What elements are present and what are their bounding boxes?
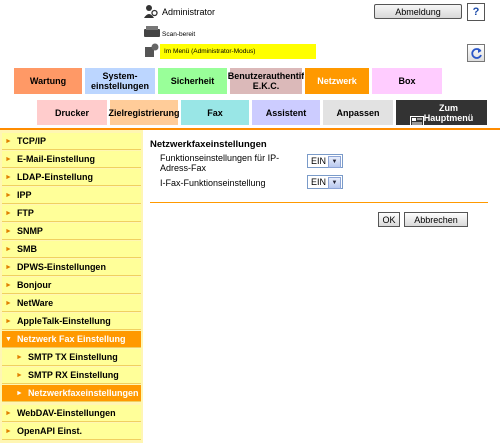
scanner-icon	[144, 26, 160, 37]
arrow-right-icon: ►	[5, 155, 12, 163]
mode-indicator: Im Menü (Administrator-Modus)	[160, 44, 316, 59]
sidebar-item-snmp[interactable]: ► SNMP	[2, 223, 141, 240]
tab-benutzerauthentifizierung[interactable]: Benutzerauthentif E.K.C.	[228, 67, 304, 95]
sidebar-item-tcpip[interactable]: ► TCP/IP	[2, 133, 141, 150]
tab-zielregistrierung[interactable]: Zielregistrierung	[109, 99, 180, 126]
sidebar-subitem-netzwerkfaxeinstellungen[interactable]: ► Netzwerkfaxeinstellungen	[2, 385, 141, 402]
sidebar-item-netzwerk-fax[interactable]: ▼ Netzwerk Fax Einstellung	[2, 331, 141, 348]
sidebar-item-dpws[interactable]: ► DPWS-Einstellungen	[2, 259, 141, 276]
sidebar-item-email[interactable]: ► E-Mail-Einstellung	[2, 151, 141, 168]
cancel-button[interactable]: Abbrechen	[404, 212, 468, 227]
refresh-icon[interactable]	[467, 44, 485, 62]
arrow-right-icon: ►	[16, 371, 23, 379]
chevron-down-icon: ▼	[328, 156, 341, 168]
arrow-right-icon: ►	[5, 427, 12, 435]
tab-sicherheit[interactable]: Sicherheit	[157, 67, 228, 95]
sidebar-item-appletalk[interactable]: ► AppleTalk-Einstellung	[2, 313, 141, 330]
arrow-right-icon: ►	[5, 137, 12, 145]
tab-zum-hauptmenu[interactable]: Zum Hauptmenü	[395, 99, 488, 128]
sidebar-item-smb[interactable]: ► SMB	[2, 241, 141, 258]
arrow-down-icon: ▼	[5, 335, 12, 343]
divider	[150, 202, 488, 203]
sidebar-item-ldap[interactable]: ► LDAP-Einstellung	[2, 169, 141, 186]
admin-mode-icon	[145, 43, 159, 57]
arrow-right-icon: ►	[5, 409, 12, 417]
arrow-right-icon: ►	[5, 245, 12, 253]
page-title: Netzwerkfaxeinstellungen	[150, 139, 267, 150]
ip-fax-label: Funktionseinstellungen für IP-Adress-Fax	[160, 153, 280, 173]
device-status: Scan-bereit	[162, 31, 196, 38]
sidebar-item-webdav[interactable]: ► WebDAV-Einstellungen	[2, 405, 141, 422]
tab-assistent[interactable]: Assistent	[251, 99, 321, 126]
arrow-right-icon: ►	[5, 227, 12, 235]
sidebar-subitem-smtp-tx[interactable]: ► SMTP TX Einstellung	[2, 349, 141, 366]
ip-fax-select[interactable]: EIN ▼	[307, 154, 343, 168]
tab-drucker[interactable]: Drucker	[36, 99, 108, 126]
administrator-icon	[144, 4, 158, 19]
arrow-right-icon: ►	[5, 173, 12, 181]
logout-button[interactable]: Abmeldung	[374, 4, 462, 19]
ok-button[interactable]: OK	[378, 212, 400, 227]
ifax-select[interactable]: EIN ▼	[307, 175, 343, 189]
main-menu-icon	[400, 106, 425, 140]
user-name: Administrator	[162, 7, 216, 17]
sidebar-subitem-smtp-rx[interactable]: ► SMTP RX Einstellung	[2, 367, 141, 384]
help-icon[interactable]: ?	[467, 3, 485, 21]
arrow-right-icon: ►	[5, 191, 12, 199]
arrow-right-icon: ►	[16, 389, 23, 397]
ifax-label: I-Fax-Funktionseinstellung	[160, 178, 266, 188]
tab-anpassen[interactable]: Anpassen	[322, 99, 394, 126]
tab-netzwerk[interactable]: Netzwerk	[304, 67, 370, 95]
tab-wartung[interactable]: Wartung	[13, 67, 83, 95]
chevron-down-icon: ▼	[328, 177, 341, 189]
sidebar-item-ftp[interactable]: ► FTP	[2, 205, 141, 222]
arrow-right-icon: ►	[5, 317, 12, 325]
sidebar-item-ipp[interactable]: ► IPP	[2, 187, 141, 204]
arrow-right-icon: ►	[5, 263, 12, 271]
arrow-right-icon: ►	[5, 299, 12, 307]
sidebar-item-bonjour[interactable]: ► Bonjour	[2, 277, 141, 294]
arrow-right-icon: ►	[16, 353, 23, 361]
sidebar-item-openapi[interactable]: ► OpenAPI Einst.	[2, 423, 141, 440]
tab-fax[interactable]: Fax	[180, 99, 250, 126]
arrow-right-icon: ►	[5, 209, 12, 217]
sidebar-item-netware[interactable]: ► NetWare	[2, 295, 141, 312]
tab-systemeinstellungen[interactable]: System- einstellungen	[84, 67, 156, 95]
arrow-right-icon: ►	[5, 281, 12, 289]
tab-box[interactable]: Box	[371, 67, 443, 95]
